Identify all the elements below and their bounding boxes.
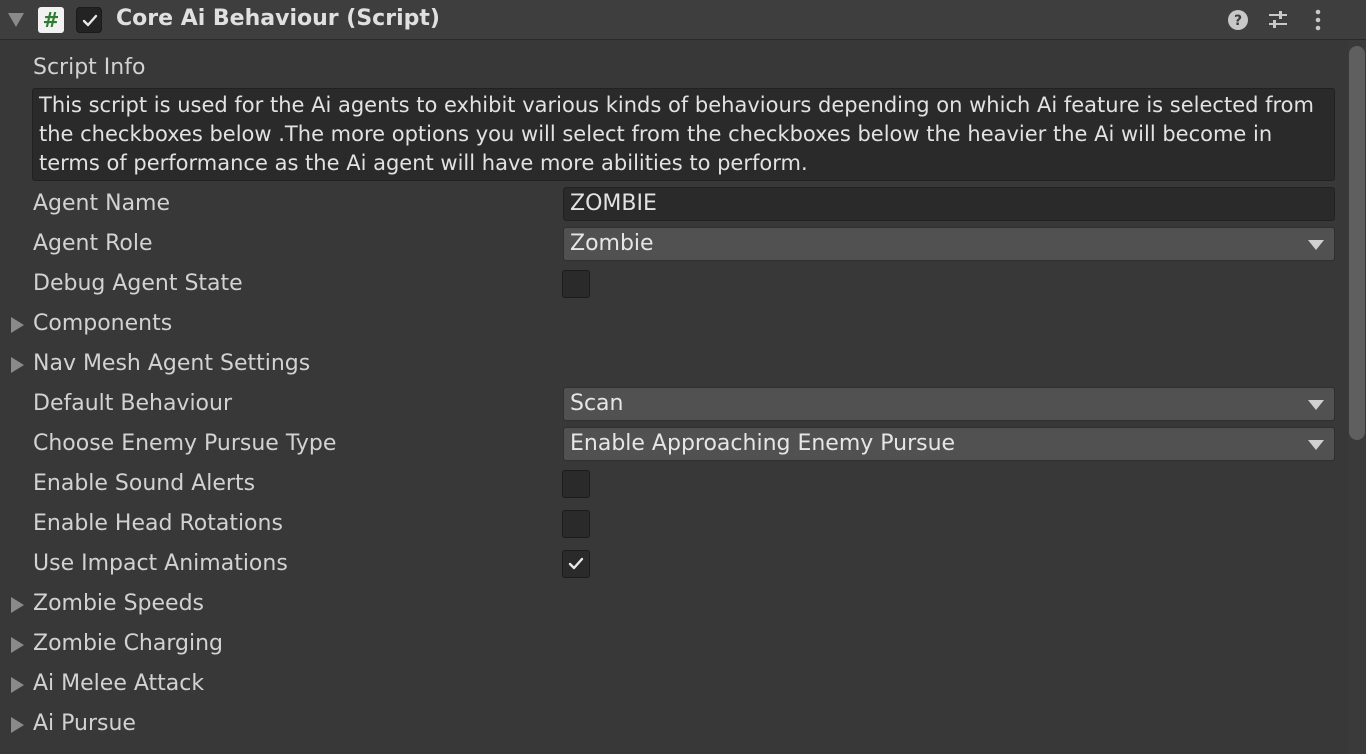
script-info-label: Script Info bbox=[33, 55, 146, 80]
zombie-charging-foldout-arrow-icon[interactable] bbox=[11, 637, 24, 653]
presets-icon[interactable] bbox=[1267, 9, 1289, 31]
use-impact-animations-label: Use Impact Animations bbox=[33, 551, 288, 576]
use-impact-animations-checkbox[interactable] bbox=[562, 550, 590, 578]
ai-pursue-foldout[interactable]: Ai Pursue bbox=[33, 711, 136, 736]
help-icon[interactable]: ? bbox=[1227, 9, 1249, 31]
zombie-speeds-foldout[interactable]: Zombie Speeds bbox=[33, 591, 204, 616]
components-foldout-arrow-icon[interactable] bbox=[11, 317, 24, 333]
enemy-pursue-type-label: Choose Enemy Pursue Type bbox=[33, 431, 337, 456]
agent-name-field[interactable]: ZOMBIE bbox=[563, 187, 1335, 221]
default-behaviour-dropdown[interactable]: Scan bbox=[563, 387, 1335, 421]
agent-role-label: Agent Role bbox=[33, 231, 153, 256]
menu-icon[interactable] bbox=[1307, 9, 1329, 31]
enable-head-rotations-label: Enable Head Rotations bbox=[33, 511, 283, 536]
dropdown-arrow-icon bbox=[1308, 440, 1324, 450]
enemy-pursue-type-dropdown[interactable]: Enable Approaching Enemy Pursue bbox=[563, 427, 1335, 461]
svg-text:?: ? bbox=[1234, 13, 1242, 29]
ai-melee-attack-foldout[interactable]: Ai Melee Attack bbox=[33, 671, 204, 696]
dropdown-arrow-icon bbox=[1308, 400, 1324, 410]
component-enable-checkbox[interactable] bbox=[76, 7, 102, 33]
enable-sound-alerts-checkbox[interactable] bbox=[562, 470, 590, 498]
agent-name-label: Agent Name bbox=[33, 191, 171, 216]
zombie-speeds-foldout-arrow-icon[interactable] bbox=[11, 597, 24, 613]
default-behaviour-label: Default Behaviour bbox=[33, 391, 233, 416]
agent-role-dropdown[interactable]: Zombie bbox=[563, 227, 1335, 261]
default-behaviour-value: Scan bbox=[570, 391, 624, 416]
components-foldout[interactable]: Components bbox=[33, 311, 172, 336]
checkmark-icon bbox=[82, 14, 98, 27]
nav-mesh-foldout-arrow-icon[interactable] bbox=[11, 357, 24, 373]
component-collapse-arrow-icon[interactable] bbox=[8, 13, 24, 27]
enable-head-rotations-checkbox[interactable] bbox=[562, 510, 590, 538]
debug-agent-state-label: Debug Agent State bbox=[33, 271, 243, 296]
nav-mesh-agent-settings-foldout[interactable]: Nav Mesh Agent Settings bbox=[33, 351, 310, 376]
checkmark-icon bbox=[568, 557, 584, 570]
component-title: Core Ai Behaviour (Script) bbox=[116, 6, 440, 31]
script-info-textarea[interactable]: This script is used for the Ai agents to… bbox=[32, 88, 1335, 181]
enemy-pursue-type-value: Enable Approaching Enemy Pursue bbox=[570, 431, 956, 456]
enable-sound-alerts-label: Enable Sound Alerts bbox=[33, 471, 256, 496]
agent-role-value: Zombie bbox=[570, 231, 654, 256]
ai-pursue-foldout-arrow-icon[interactable] bbox=[11, 717, 24, 733]
component-header: # Core Ai Behaviour (Script) ? bbox=[0, 0, 1366, 40]
dropdown-arrow-icon bbox=[1308, 240, 1324, 250]
script-icon: # bbox=[38, 7, 64, 33]
zombie-charging-foldout[interactable]: Zombie Charging bbox=[33, 631, 223, 656]
debug-agent-state-checkbox[interactable] bbox=[562, 270, 590, 298]
scrollbar-thumb[interactable] bbox=[1349, 46, 1365, 440]
ai-melee-attack-foldout-arrow-icon[interactable] bbox=[11, 677, 24, 693]
